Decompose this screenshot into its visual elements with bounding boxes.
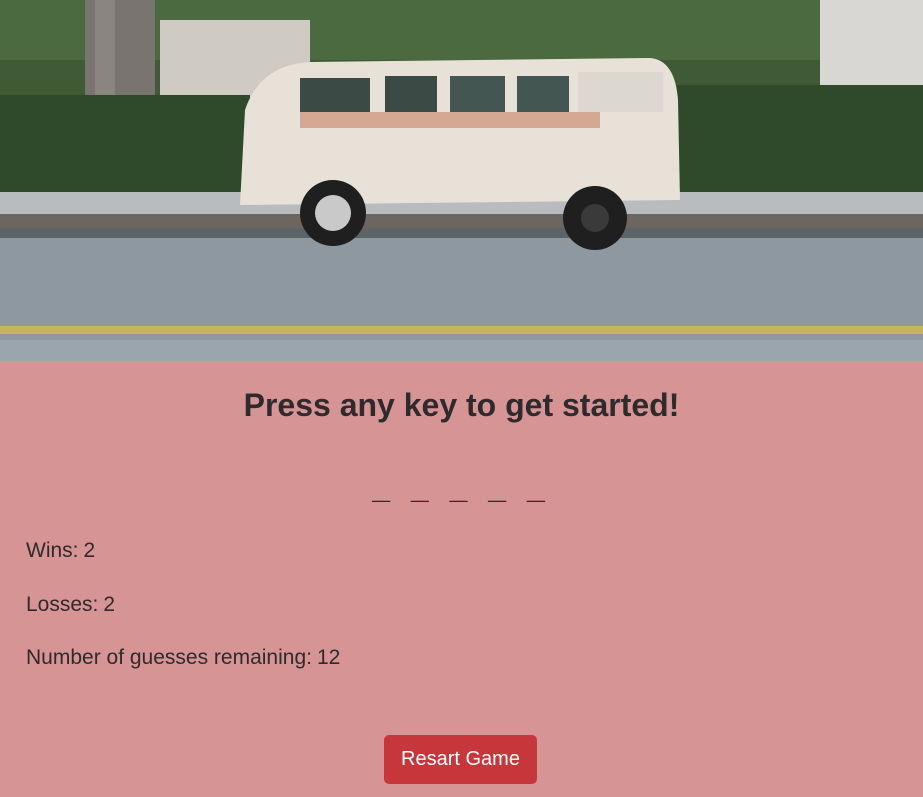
- guesses-value: 12: [316, 646, 341, 669]
- word-blanks: _ _ _ _ _: [372, 469, 551, 505]
- page: Press any key to get started! _ _ _ _ _ …: [0, 0, 923, 797]
- wins-value: 2: [83, 539, 96, 562]
- restart-game-button[interactable]: Resart Game: [384, 735, 537, 784]
- guesses-stat: Number of guesses remaining: 12: [26, 646, 340, 670]
- losses-label: Losses:: [26, 593, 99, 616]
- game-prompt: Press any key to get started!: [243, 387, 680, 423]
- wins-stat: Wins: 2: [26, 539, 95, 563]
- game-panel: Press any key to get started! _ _ _ _ _ …: [0, 361, 923, 797]
- guesses-label: Number of guesses remaining:: [26, 646, 312, 669]
- van-photo: [0, 0, 923, 361]
- losses-stat: Losses: 2: [26, 593, 115, 617]
- hero-image: [0, 0, 923, 361]
- losses-value: 2: [103, 593, 116, 616]
- wins-label: Wins:: [26, 539, 79, 562]
